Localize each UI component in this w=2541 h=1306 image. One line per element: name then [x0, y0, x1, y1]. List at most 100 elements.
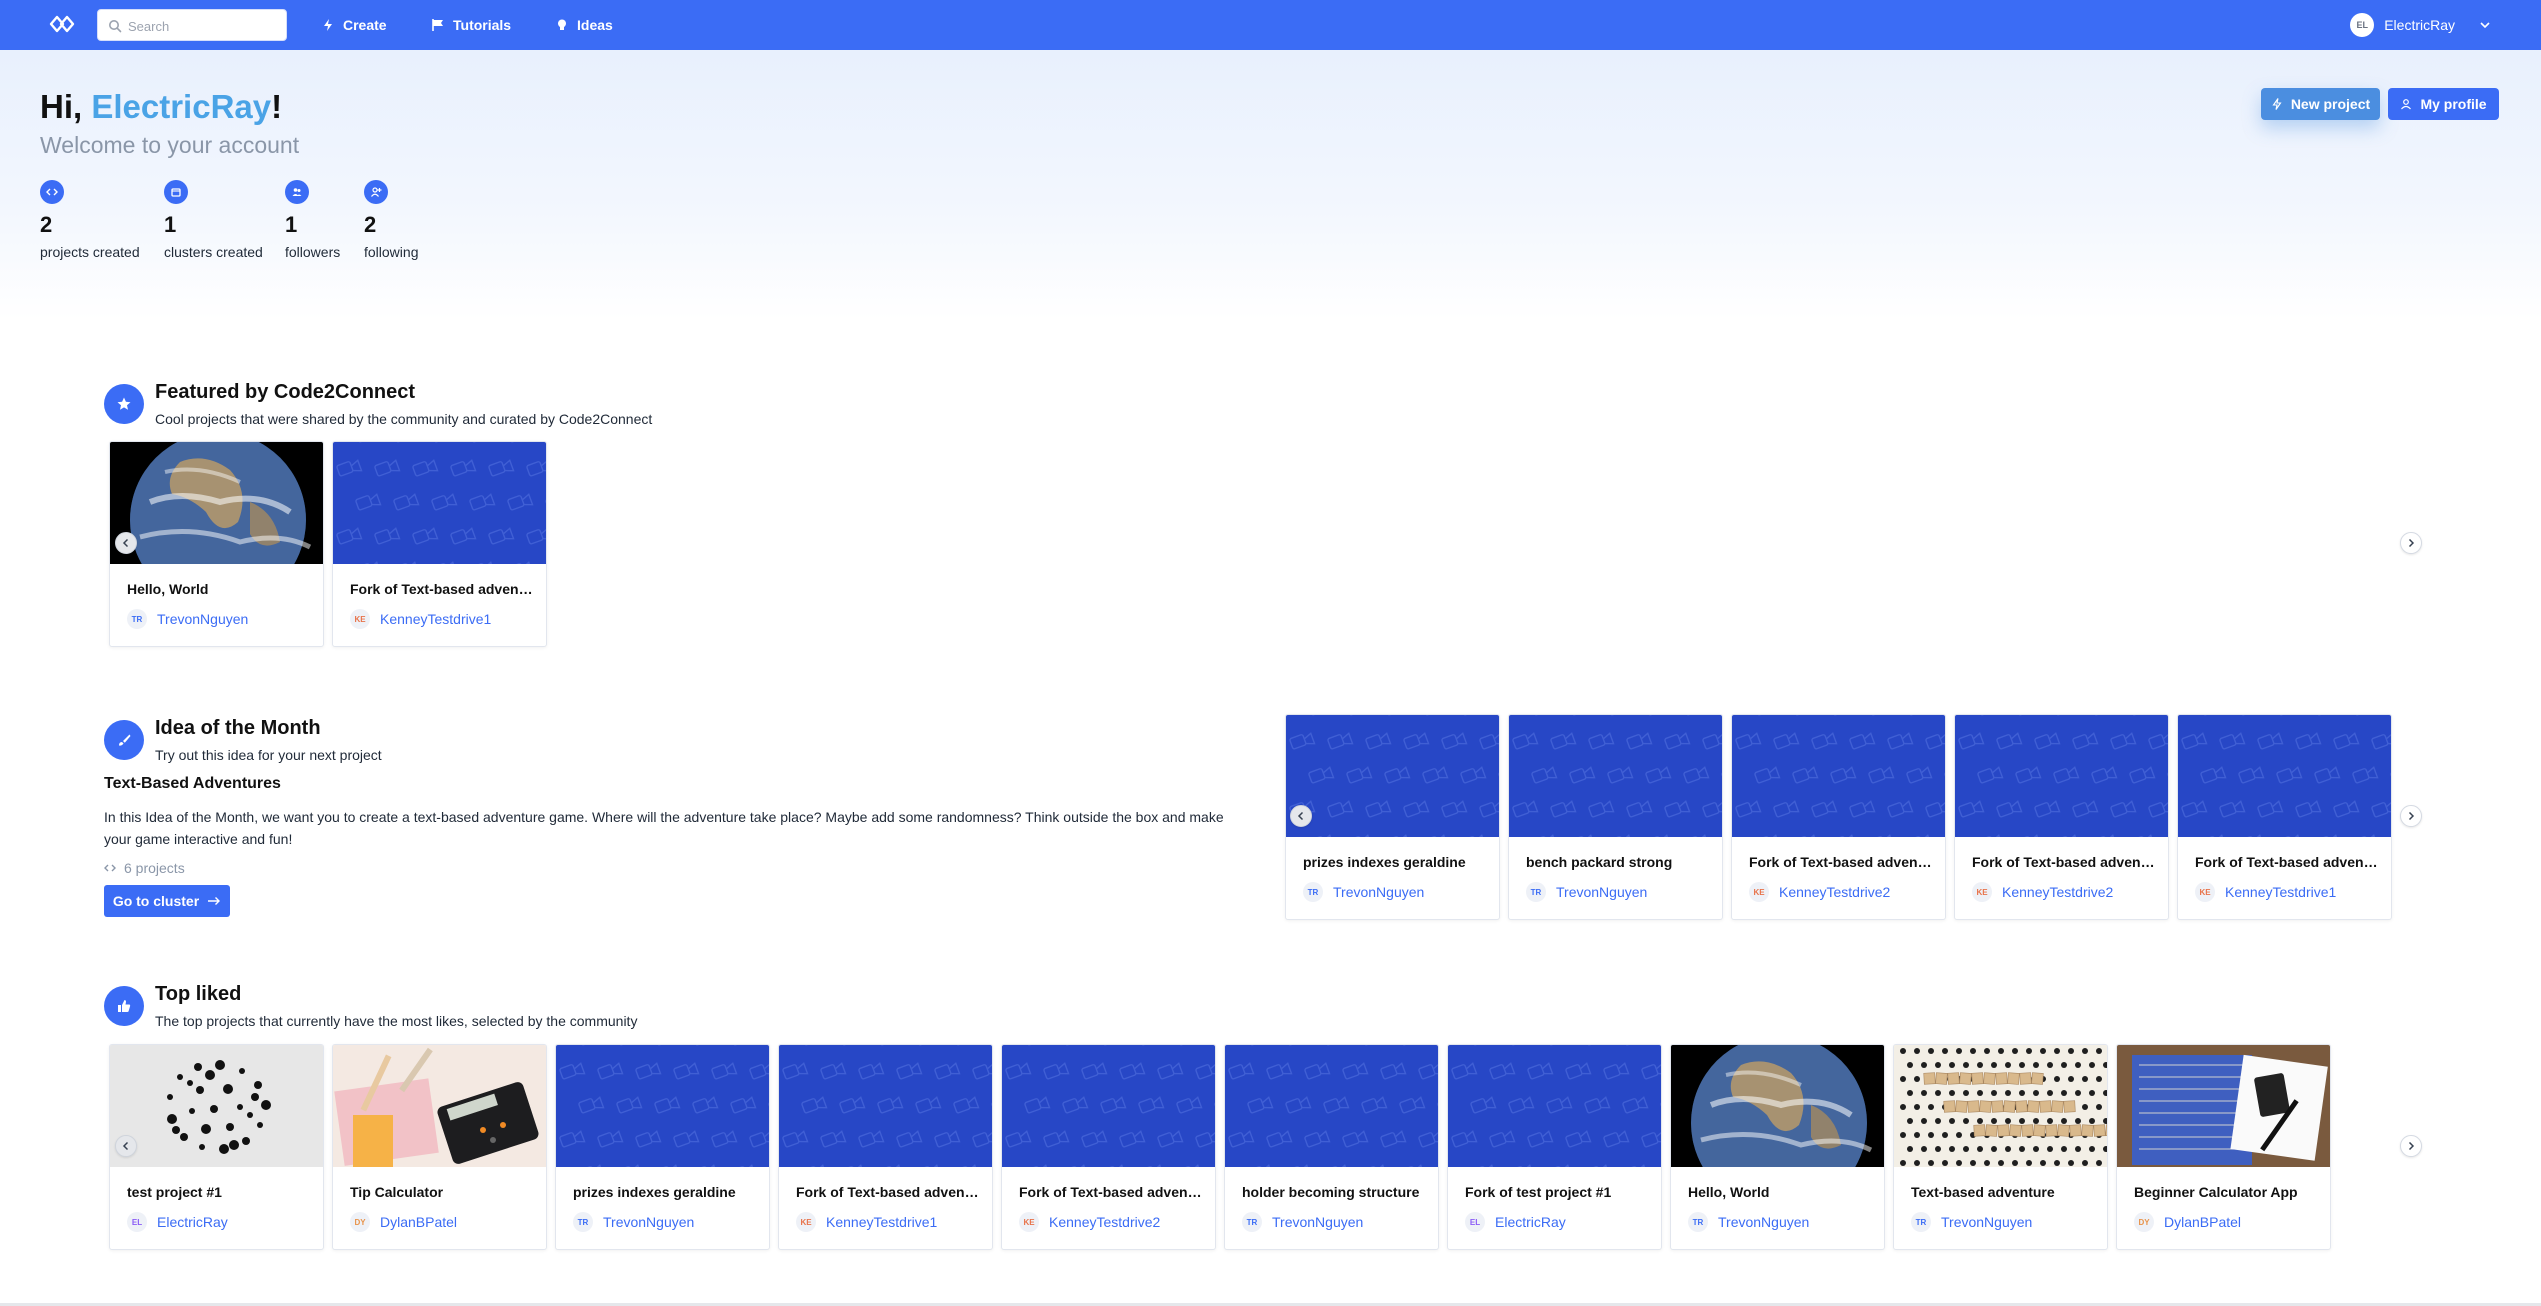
project-author[interactable]: EL ElectricRay [127, 1212, 228, 1232]
author-avatar: DY [2134, 1212, 2154, 1232]
go-to-cluster-label: Go to cluster [112, 893, 200, 909]
project-card[interactable]: Fork of Text-based adventure KE KenneyTe… [332, 441, 547, 647]
flag-icon [432, 19, 443, 31]
bolt-icon [324, 19, 332, 31]
project-thumbnail [1225, 1045, 1438, 1167]
author-name[interactable]: TrevonNguyen [1556, 884, 1647, 900]
project-card[interactable]: prizes indexes geraldine TR TrevonNguyen [1285, 714, 1500, 920]
project-author[interactable]: DY DylanBPatel [350, 1212, 457, 1232]
author-name[interactable]: KenneyTestdrive1 [2225, 884, 2336, 900]
code2connect-logo[interactable] [48, 13, 76, 35]
project-author[interactable]: TR TrevonNguyen [1911, 1212, 2032, 1232]
author-name[interactable]: TrevonNguyen [1272, 1214, 1363, 1230]
author-name[interactable]: ElectricRay [1495, 1214, 1566, 1230]
project-card[interactable]: Fork of test project #1 EL ElectricRay [1447, 1044, 1662, 1250]
idea-prev-button[interactable] [1290, 805, 1312, 827]
nav-create-label: Create [343, 17, 387, 33]
go-to-cluster-button[interactable]: Go to cluster [104, 885, 230, 917]
author-avatar: TR [1303, 882, 1323, 902]
project-card[interactable]: Hello, World TR TrevonNguyen [109, 441, 324, 647]
stat-value: 2 [40, 212, 53, 237]
project-title: Fork of Text-based adventure [1019, 1184, 1204, 1200]
project-card[interactable]: Text-based adventure TR TrevonNguyen [1893, 1044, 2108, 1250]
project-title: Fork of Text-based adventure [350, 581, 535, 597]
search-input[interactable] [128, 14, 278, 38]
idea-next-button[interactable] [2400, 805, 2422, 827]
project-author[interactable]: DY DylanBPatel [2134, 1212, 2241, 1232]
author-name[interactable]: TrevonNguyen [1333, 884, 1424, 900]
project-card[interactable]: Hello, World TR TrevonNguyen [1670, 1044, 1885, 1250]
project-author[interactable]: TR TrevonNguyen [573, 1212, 694, 1232]
project-author[interactable]: EL ElectricRay [1465, 1212, 1566, 1232]
code-icon [40, 180, 64, 204]
project-author[interactable]: KE KenneyTestdrive1 [2195, 882, 2336, 902]
author-name[interactable]: KenneyTestdrive2 [1779, 884, 1890, 900]
author-name[interactable]: DylanBPatel [2164, 1214, 2241, 1230]
author-avatar: KE [1019, 1212, 1039, 1232]
star-icon [104, 384, 144, 424]
project-card[interactable]: test project #1 EL ElectricRay [109, 1044, 324, 1250]
my-profile-button[interactable]: My profile [2388, 88, 2499, 120]
project-card[interactable]: bench packard strong TR TrevonNguyen [1508, 714, 1723, 920]
project-author[interactable]: KE KenneyTestdrive2 [1019, 1212, 1160, 1232]
project-thumbnail [1286, 715, 1499, 837]
project-title: Fork of Text-based adventure [1972, 854, 2157, 870]
project-card[interactable]: Fork of Text-based adventure KE KenneyTe… [778, 1044, 993, 1250]
project-author[interactable]: TR TrevonNguyen [1303, 882, 1424, 902]
user-plus-icon [364, 180, 388, 204]
project-card[interactable]: Beginner Calculator App DY DylanBPatel [2116, 1044, 2331, 1250]
top-liked-next-button[interactable] [2400, 1135, 2422, 1157]
new-project-button[interactable]: New project [2261, 88, 2380, 120]
project-author[interactable]: TR TrevonNguyen [1242, 1212, 1363, 1232]
project-author[interactable]: TR TrevonNguyen [127, 609, 248, 629]
stat-label: projects created [40, 244, 140, 260]
project-thumbnail [2117, 1045, 2330, 1167]
project-card[interactable]: Fork of Text-based adventure KE KenneyTe… [1731, 714, 1946, 920]
featured-prev-button[interactable] [115, 532, 137, 554]
project-card[interactable]: Tip Calculator DY DylanBPatel [332, 1044, 547, 1250]
project-title: test project #1 [127, 1184, 222, 1200]
author-name[interactable]: TrevonNguyen [603, 1214, 694, 1230]
author-name[interactable]: TrevonNguyen [1941, 1214, 2032, 1230]
author-name[interactable]: KenneyTestdrive2 [2002, 884, 2113, 900]
stat-label: following [364, 244, 419, 260]
project-card[interactable]: holder becoming structure TR TrevonNguye… [1224, 1044, 1439, 1250]
nav-create-link[interactable]: Create [321, 14, 387, 36]
idea-section-subtitle: Try out this idea for your next project [155, 747, 382, 763]
project-author[interactable]: KE KenneyTestdrive1 [350, 609, 491, 629]
nav-ideas-link[interactable]: Ideas [555, 14, 613, 36]
author-avatar: TR [127, 609, 147, 629]
project-author[interactable]: KE KenneyTestdrive1 [796, 1212, 937, 1232]
chevron-down-icon [2480, 22, 2490, 29]
project-author[interactable]: KE KenneyTestdrive2 [1972, 882, 2113, 902]
idea-count-label: 6 projects [124, 860, 185, 876]
project-author[interactable]: TR TrevonNguyen [1526, 882, 1647, 902]
project-card[interactable]: Fork of Text-based adventure KE KenneyTe… [2177, 714, 2392, 920]
nav-ideas-label: Ideas [577, 17, 613, 33]
author-avatar: KE [796, 1212, 816, 1232]
project-author[interactable]: TR TrevonNguyen [1688, 1212, 1809, 1232]
nav-tutorials-link[interactable]: Tutorials [431, 14, 511, 36]
project-title: bench packard strong [1526, 854, 1673, 870]
author-name[interactable]: KenneyTestdrive2 [1049, 1214, 1160, 1230]
project-thumbnail [2178, 715, 2391, 837]
stat-label: followers [285, 244, 341, 260]
project-card[interactable]: prizes indexes geraldine TR TrevonNguyen [555, 1044, 770, 1250]
author-name[interactable]: KenneyTestdrive1 [826, 1214, 937, 1230]
author-name[interactable]: TrevonNguyen [1718, 1214, 1809, 1230]
search-box[interactable] [97, 9, 287, 41]
project-author[interactable]: KE KenneyTestdrive2 [1749, 882, 1890, 902]
author-name[interactable]: ElectricRay [157, 1214, 228, 1230]
project-card[interactable]: Fork of Text-based adventure KE KenneyTe… [1954, 714, 2169, 920]
user-menu[interactable]: EL ElectricRay [2350, 13, 2491, 37]
project-card[interactable]: Fork of Text-based adventure KE KenneyTe… [1001, 1044, 1216, 1250]
featured-next-button[interactable] [2400, 532, 2422, 554]
author-name[interactable]: KenneyTestdrive1 [380, 611, 491, 627]
author-name[interactable]: DylanBPatel [380, 1214, 457, 1230]
idea-description: In this Idea of the Month, we want you t… [104, 809, 1224, 847]
author-name[interactable]: TrevonNguyen [157, 611, 248, 627]
project-title: Fork of Text-based adventure [1749, 854, 1934, 870]
top-liked-prev-button[interactable] [115, 1135, 137, 1157]
chevron-left-icon [122, 538, 129, 548]
chevron-left-icon [1297, 811, 1304, 821]
